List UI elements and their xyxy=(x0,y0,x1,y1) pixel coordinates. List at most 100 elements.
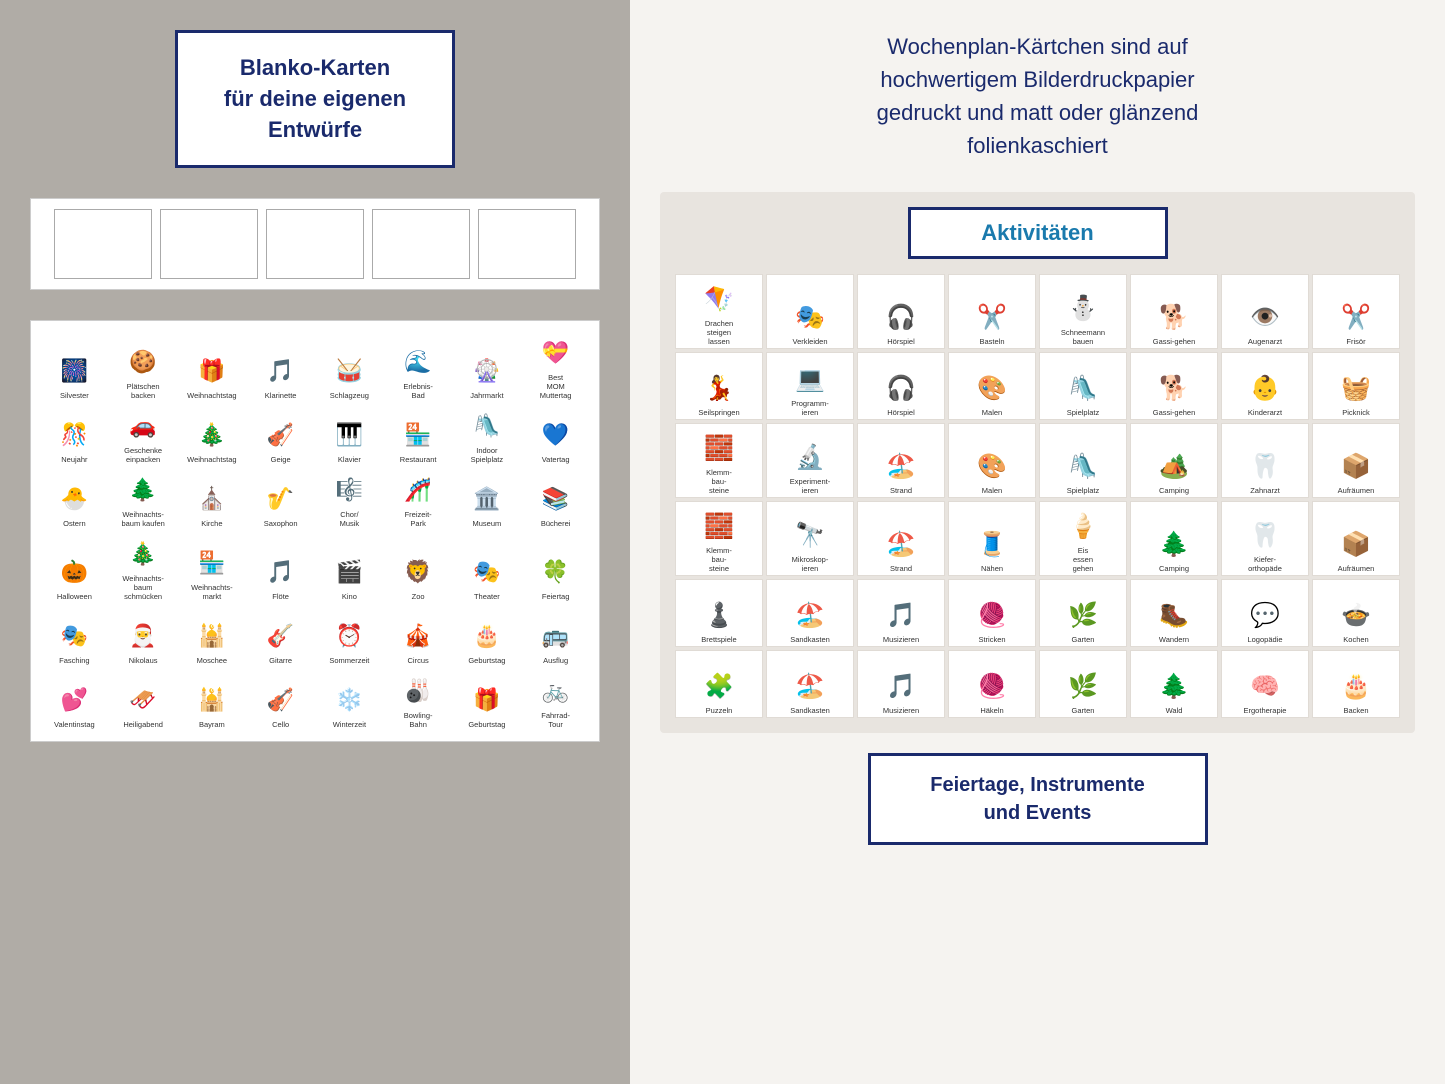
aktiv-icon-19: 🎨 xyxy=(977,446,1007,486)
grid-icon-5: 🌊 xyxy=(404,344,431,380)
aktiv-icon-27: 🧵 xyxy=(977,524,1007,564)
grid-label-5: Erlebnis-Bad xyxy=(403,382,433,400)
grid-icon-20: 🎼 xyxy=(336,472,363,508)
blank-card-4 xyxy=(372,209,470,279)
grid-cell-31: 🍀Feiertag xyxy=(522,532,589,603)
aktiv-cell-35: 🧶Stricken xyxy=(948,579,1036,647)
aktiv-icon-29: 🌲 xyxy=(1159,524,1189,564)
grid-icon-42: 🕌 xyxy=(198,682,225,718)
aktiv-label-16: Klemm-bau-steine xyxy=(706,468,732,495)
blank-card-5 xyxy=(478,209,576,279)
aktiv-cell-11: 🎨Malen xyxy=(948,352,1036,420)
aktiv-icon-5: 🐕 xyxy=(1159,297,1189,337)
grid-icon-2: 🎁 xyxy=(198,353,225,389)
grid-label-44: Winterzeit xyxy=(333,720,366,729)
grid-icon-11: 🎻 xyxy=(267,417,294,453)
grid-label-1: Plätschenbacken xyxy=(127,382,160,400)
aktiv-icon-36: 🌿 xyxy=(1068,595,1098,635)
aktiv-icon-32: ♟️ xyxy=(704,595,734,635)
aktiv-cell-8: 💃Seilspringen xyxy=(675,352,763,420)
aktiv-label-38: Logopädie xyxy=(1247,635,1282,644)
grid-icon-7: 💝 xyxy=(542,335,569,371)
grid-label-6: Jahrmarkt xyxy=(470,391,503,400)
aktiv-label-10: Hörspiel xyxy=(887,408,915,417)
grid-cell-10: 🎄Weihnachtstag xyxy=(179,404,246,466)
aktiv-icon-46: 🧠 xyxy=(1250,666,1280,706)
aktiv-cell-6: 👁️Augenarzt xyxy=(1221,274,1309,349)
aktiv-cell-43: 🧶Häkeln xyxy=(948,650,1036,718)
blank-card-1 xyxy=(54,209,152,279)
aktiv-icon-13: 🐕 xyxy=(1159,368,1189,408)
grid-icon-23: 📚 xyxy=(542,481,569,517)
aktiv-icon-37: 🥾 xyxy=(1159,595,1189,635)
aktiv-icon-31: 📦 xyxy=(1341,524,1371,564)
grid-icon-31: 🍀 xyxy=(542,554,569,590)
aktiv-cell-19: 🎨Malen xyxy=(948,423,1036,498)
grid-icon-21: 🎢 xyxy=(404,472,431,508)
grid-cell-13: 🏪Restaurant xyxy=(385,404,452,466)
aktiv-cell-29: 🌲Camping xyxy=(1130,501,1218,576)
grid-cell-26: 🏪Weihnachts-markt xyxy=(179,532,246,603)
grid-label-3: Klarinette xyxy=(265,391,297,400)
aktiv-cell-0: 🪁Drachensteigenlassen xyxy=(675,274,763,349)
aktiv-label-39: Kochen xyxy=(1343,635,1368,644)
aktiv-label-13: Gassi-gehen xyxy=(1153,408,1196,417)
grid-icon-1: 🍪 xyxy=(129,344,156,380)
aktiv-icon-17: 🔬 xyxy=(795,437,825,477)
aktiv-label-28: Eisessengehen xyxy=(1073,546,1094,573)
grid-label-16: Ostern xyxy=(63,519,86,528)
aktiv-label-19: Malen xyxy=(982,486,1002,495)
grid-label-8: Neujahr xyxy=(61,455,87,464)
aktivitaten-section: Aktivitäten 🪁Drachensteigenlassen🎭Verkle… xyxy=(660,192,1415,733)
grid-icon-45: 🎳 xyxy=(404,673,431,709)
grid-label-20: Chor/Musik xyxy=(340,510,360,528)
aktiv-icon-23: 📦 xyxy=(1341,446,1371,486)
grid-label-17: Weihnachts-baum kaufen xyxy=(121,510,164,528)
grid-icon-18: ⛪ xyxy=(198,481,225,517)
aktiv-cell-21: 🏕️Camping xyxy=(1130,423,1218,498)
aktiv-label-40: Puzzeln xyxy=(706,706,733,715)
aktiv-icon-34: 🎵 xyxy=(886,595,916,635)
aktiv-icon-20: 🛝 xyxy=(1068,446,1098,486)
aktiv-cell-13: 🐕Gassi-gehen xyxy=(1130,352,1218,420)
aktiv-icon-14: 👶 xyxy=(1250,368,1280,408)
grid-cell-0: 🎆Silvester xyxy=(41,331,108,402)
blanko-box: Blanko-Karten für deine eigenen Entwürfe xyxy=(175,30,455,168)
grid-label-12: Klavier xyxy=(338,455,361,464)
grid-icon-24: 🎃 xyxy=(61,554,88,590)
aktiv-cell-28: 🍦Eisessengehen xyxy=(1039,501,1127,576)
aktiv-cell-3: ✂️Basteln xyxy=(948,274,1036,349)
aktiv-label-0: Drachensteigenlassen xyxy=(705,319,733,346)
aktiv-icon-3: ✂️ xyxy=(977,297,1007,337)
aktiv-icon-44: 🌿 xyxy=(1068,666,1098,706)
grid-icon-47: 🚲 xyxy=(542,673,569,709)
aktiv-cell-33: 🏖️Sandkasten xyxy=(766,579,854,647)
grid-icon-34: 🕌 xyxy=(198,618,225,654)
aktiv-cell-20: 🛝Spielplatz xyxy=(1039,423,1127,498)
grid-label-27: Flöte xyxy=(272,592,289,601)
aktiv-label-35: Stricken xyxy=(978,635,1005,644)
aktiv-label-17: Experiment-ieren xyxy=(790,477,830,495)
aktiv-label-41: Sandkasten xyxy=(790,706,830,715)
aktiv-icon-39: 🍲 xyxy=(1341,595,1371,635)
grid-label-47: Fahrrad-Tour xyxy=(541,711,570,729)
grid-label-0: Silvester xyxy=(60,391,89,400)
aktiv-cell-37: 🥾Wandern xyxy=(1130,579,1218,647)
aktiv-label-2: Hörspiel xyxy=(887,337,915,346)
aktiv-label-6: Augenarzt xyxy=(1248,337,1282,346)
grid-label-33: Nikolaus xyxy=(129,656,158,665)
aktiv-icon-43: 🧶 xyxy=(977,666,1007,706)
grid-cell-38: 🎂Geburtstag xyxy=(454,605,521,667)
aktiv-label-33: Sandkasten xyxy=(790,635,830,644)
aktiv-cell-2: 🎧Hörspiel xyxy=(857,274,945,349)
aktiv-icon-24: 🧱 xyxy=(704,506,734,546)
aktiv-label-21: Camping xyxy=(1159,486,1189,495)
aktiv-label-8: Seilspringen xyxy=(698,408,739,417)
grid-label-34: Moschee xyxy=(197,656,227,665)
grid-label-28: Kino xyxy=(342,592,357,601)
aktiv-label-3: Basteln xyxy=(979,337,1004,346)
grid-label-21: Freizeit-Park xyxy=(405,510,432,528)
grid-cell-5: 🌊 Erlebnis-Bad xyxy=(385,331,452,402)
grid-cell-25: 🎄Weihnachts-baumschmücken xyxy=(110,532,177,603)
aktiv-grid: 🪁Drachensteigenlassen🎭Verkleiden🎧Hörspie… xyxy=(675,274,1400,718)
